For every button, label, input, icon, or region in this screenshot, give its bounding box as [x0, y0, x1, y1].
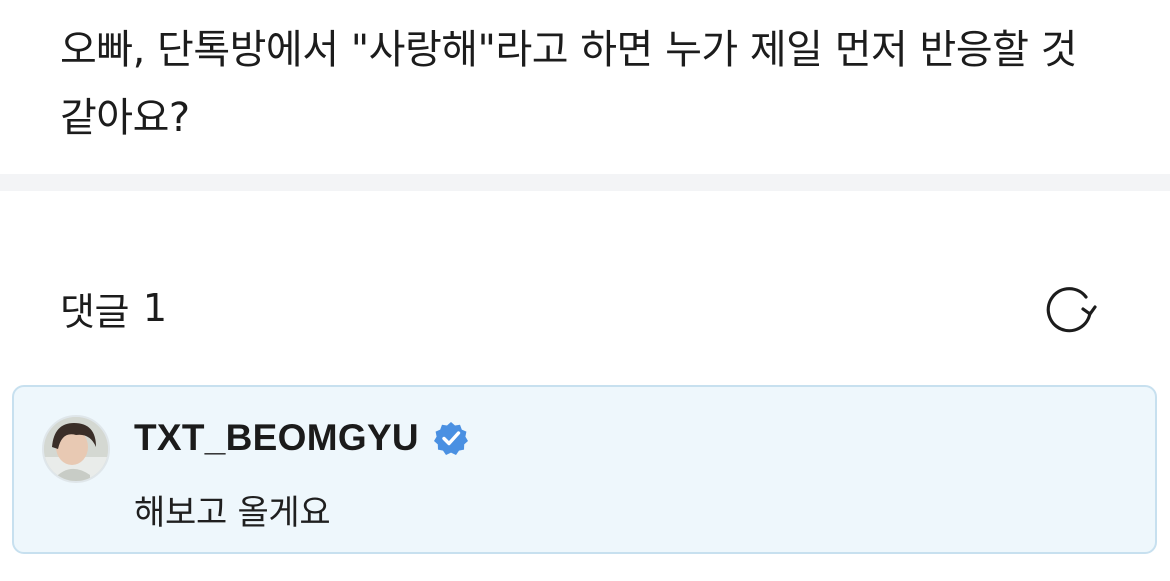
comment-author[interactable]: TXT_BEOMGYU — [134, 417, 419, 459]
comment-author-row: TXT_BEOMGYU — [134, 415, 469, 461]
page: 오빠, 단톡방에서 "사랑해"라고 하면 누가 제일 먼저 반응할 것 같아요?… — [0, 0, 1170, 581]
refresh-button[interactable] — [1040, 280, 1098, 338]
verified-badge-icon — [433, 422, 468, 455]
comments-label: 댓글 — [60, 289, 129, 334]
comment-card: TXT_BEOMGYU 해보고 올게요 — [12, 385, 1157, 554]
comments-header: 댓글 1 — [60, 280, 167, 336]
section-divider — [0, 174, 1170, 191]
comments-count: 1 — [142, 286, 167, 330]
comment-text: 해보고 올게요 — [134, 493, 331, 533]
question-text: 오빠, 단톡방에서 "사랑해"라고 하면 누가 제일 먼저 반응할 것 같아요? — [60, 27, 1077, 141]
avatar[interactable] — [42, 415, 110, 483]
refresh-icon — [1046, 287, 1097, 333]
